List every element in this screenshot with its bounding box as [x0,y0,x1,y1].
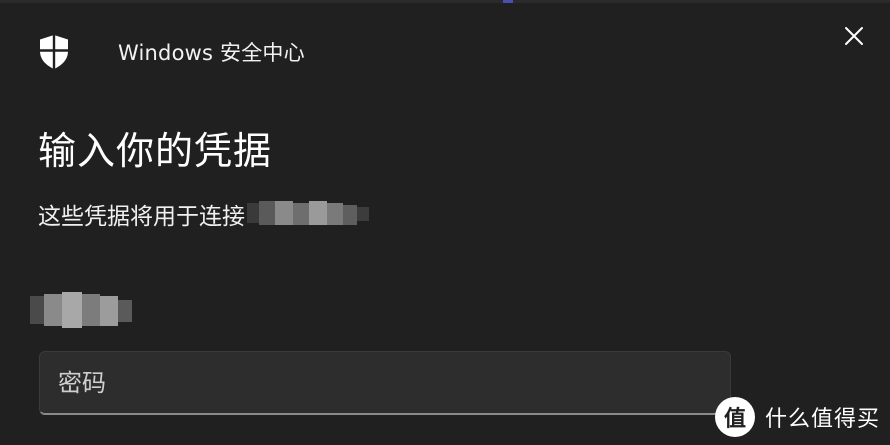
subtitle: 这些凭据将用于连接 [38,197,377,231]
credential-dialog: Windows 安全中心 输入你的凭据 这些凭据将用于连接 值 什么值得买 [0,0,890,445]
subtitle-text: 这些凭据将用于连接 [38,204,245,230]
dialog-header: Windows 安全中心 [38,34,305,70]
watermark-text: 什么值得买 [764,407,880,432]
close-icon [845,27,863,45]
close-button[interactable] [836,18,872,54]
watermark-logo: 值 [714,397,755,437]
password-field[interactable] [39,351,731,415]
app-title: Windows 安全中心 [118,41,305,65]
shield-icon [40,35,68,69]
top-strip-accent [503,0,513,3]
watermark: 值 什么值得买 [714,397,880,437]
redacted-user-name [30,290,134,332]
page-title: 输入你的凭据 [38,129,273,173]
top-strip [0,0,890,3]
redacted-host-name [247,199,377,229]
